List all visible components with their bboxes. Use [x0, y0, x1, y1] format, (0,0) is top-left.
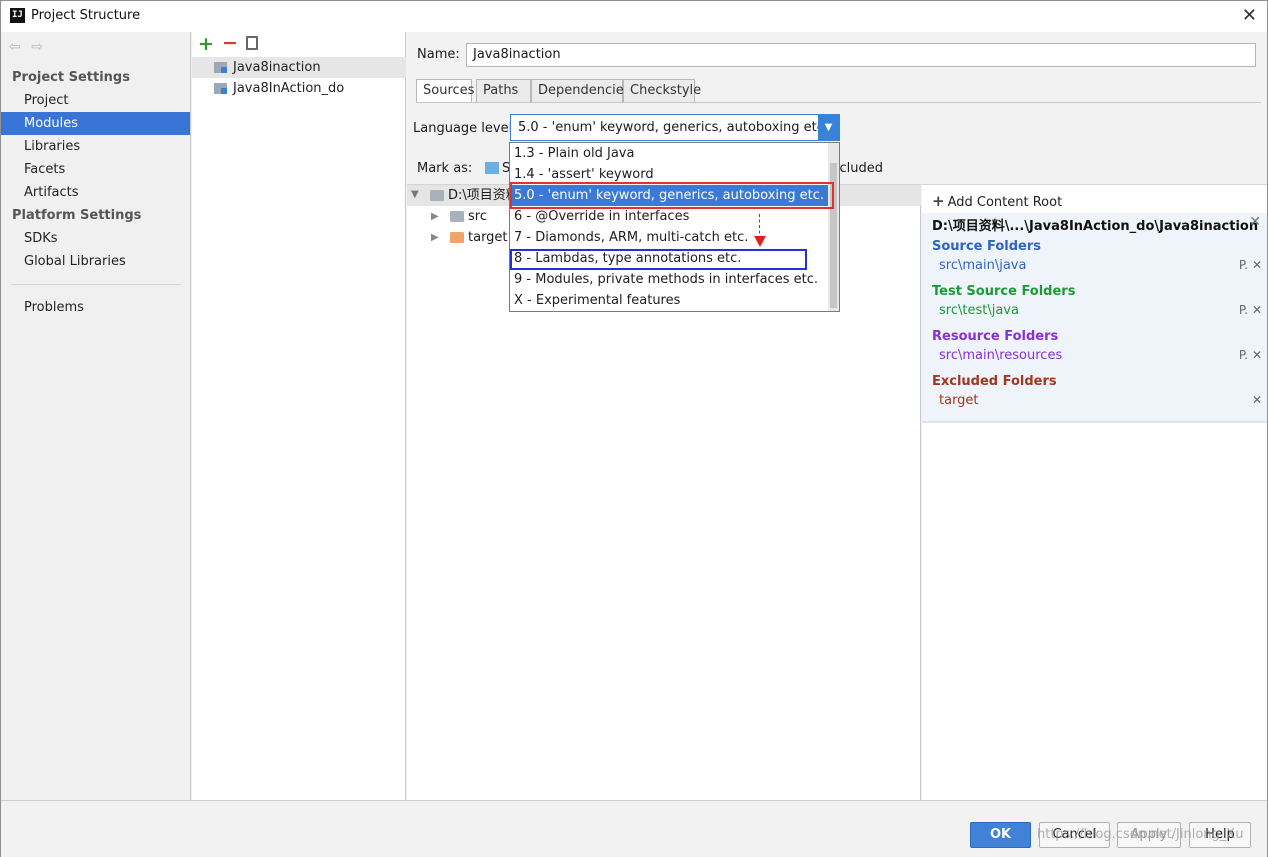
excluded-folder-path: target: [939, 393, 979, 408]
remove-root-icon[interactable]: ✕: [1249, 214, 1261, 230]
add-icon[interactable]: +: [198, 33, 214, 55]
sidebar-item-artifacts[interactable]: Artifacts: [1, 181, 190, 204]
tab-checkstyle[interactable]: Checkstyle: [623, 79, 701, 103]
source-folder-path: src\main\java: [939, 258, 1027, 273]
tree-label-target: target: [468, 230, 508, 245]
dropdown-scrollbar[interactable]: [828, 143, 839, 311]
sidebar-item-problems[interactable]: Problems: [1, 296, 190, 319]
source-folder-actions: P. ✕: [1239, 258, 1262, 272]
sidebar-divider: [11, 284, 181, 285]
test-folder-actions: P. ✕: [1239, 303, 1262, 317]
language-level-select[interactable]: 5.0 - 'enum' keyword, generics, autoboxi…: [510, 114, 840, 141]
option-6[interactable]: 6 - @Override in interfaces: [510, 206, 828, 227]
remove-icon[interactable]: ✕: [1252, 303, 1262, 317]
content-root-box: D:\项目资料\...\Java8InAction_do\Java8inacti…: [922, 213, 1267, 423]
tree-label-src: src: [468, 209, 487, 224]
module-label: Java8InAction_do: [233, 81, 345, 96]
remove-icon[interactable]: −: [222, 32, 238, 54]
copy-icon[interactable]: [246, 36, 258, 50]
mark-as-label: Mark as:: [417, 161, 473, 176]
remove-icon[interactable]: ✕: [1252, 258, 1262, 272]
option-1-3[interactable]: 1.3 - Plain old Java: [510, 143, 828, 164]
module-icon: [214, 83, 227, 94]
test-folders-heading: Test Source Folders: [932, 284, 1076, 299]
module-label: Java8inaction: [233, 60, 321, 75]
module-item-java8inaction[interactable]: Java8inaction: [192, 57, 406, 78]
project-structure-dialog: IJ Project Structure ✕ ⇦ ⇨ Project Setti…: [0, 0, 1268, 857]
watermark: https://blog.csdn.net/Jinlong_Xu: [1037, 827, 1244, 842]
add-content-root-button[interactable]: + Add Content Root: [932, 192, 1062, 210]
window-title: Project Structure: [31, 8, 141, 23]
remove-icon[interactable]: ✕: [1252, 348, 1262, 362]
back-arrow-icon[interactable]: ⇦: [9, 39, 21, 55]
option-9[interactable]: 9 - Modules, private methods in interfac…: [510, 269, 828, 290]
excluded-folders-heading: Excluded Folders: [932, 374, 1057, 389]
excluded-folder-icon: [450, 232, 464, 243]
option-7[interactable]: 7 - Diamonds, ARM, multi-catch etc.: [510, 227, 828, 248]
nav-arrows: ⇦ ⇨: [9, 39, 49, 55]
sidebar: ⇦ ⇨ Project Settings Project Modules Lib…: [1, 32, 191, 800]
module-item-java8inaction-do[interactable]: Java8InAction_do: [192, 78, 406, 99]
annotation-arrow-head: [754, 236, 766, 247]
tab-paths[interactable]: Paths: [476, 79, 531, 103]
sidebar-item-libraries[interactable]: Libraries: [1, 135, 190, 158]
expanded-arrow-icon[interactable]: ▼: [411, 189, 419, 200]
current-selection-highlight: [510, 182, 834, 209]
language-level-label: Language level:: [413, 121, 517, 136]
add-content-root-label: Add Content Root: [947, 195, 1063, 210]
tab-sources[interactable]: Sources: [416, 79, 474, 103]
tabs-divider: [416, 102, 1261, 103]
project-settings-heading: Project Settings: [12, 70, 130, 85]
target-selection-highlight: [510, 249, 807, 270]
ok-button[interactable]: OK: [970, 822, 1031, 848]
sidebar-item-facets[interactable]: Facets: [1, 158, 190, 181]
module-name-field[interactable]: Java8inaction: [466, 43, 1256, 67]
title-bar: IJ Project Structure ✕: [1, 1, 1267, 32]
source-folders-heading: Source Folders: [932, 239, 1042, 254]
remove-icon[interactable]: ✕: [1252, 393, 1262, 407]
content-root-panel: + Add Content Root D:\项目资料\...\Java8InAct…: [922, 184, 1267, 800]
sidebar-item-modules[interactable]: Modules: [1, 112, 190, 135]
sidebar-item-project[interactable]: Project: [1, 89, 190, 112]
plus-icon: +: [932, 192, 945, 210]
name-label: Name:: [417, 47, 460, 62]
properties-icon[interactable]: P.: [1239, 258, 1248, 272]
language-level-value: 5.0 - 'enum' keyword, generics, autoboxi…: [518, 120, 829, 135]
chevron-down-icon[interactable]: ▼: [818, 115, 839, 140]
test-folder-path: src\test\java: [939, 303, 1019, 318]
properties-icon[interactable]: P.: [1239, 348, 1248, 362]
close-icon[interactable]: ✕: [1242, 5, 1257, 26]
properties-icon[interactable]: P.: [1239, 303, 1248, 317]
module-icon: [214, 62, 227, 73]
module-list-panel: + − Java8inaction Java8InAction_do: [192, 32, 406, 800]
module-toolbar: + −: [192, 32, 405, 57]
option-x[interactable]: X - Experimental features: [510, 290, 828, 311]
sidebar-item-sdks[interactable]: SDKs: [1, 227, 190, 250]
resource-folder-path: src\main\resources: [939, 348, 1063, 363]
forward-arrow-icon[interactable]: ⇨: [31, 39, 43, 55]
sources-folder-icon[interactable]: [485, 162, 499, 174]
resource-folder-actions: P. ✕: [1239, 348, 1262, 362]
language-level-dropdown: 1.3 - Plain old Java 1.4 - 'assert' keyw…: [509, 142, 840, 312]
collapsed-arrow-icon[interactable]: ▶: [431, 232, 439, 243]
folder-icon: [430, 190, 444, 201]
platform-settings-heading: Platform Settings: [12, 208, 142, 223]
intellij-icon: IJ: [10, 8, 25, 23]
tab-dependencies[interactable]: Dependencies: [531, 79, 631, 103]
folder-icon: [450, 211, 464, 222]
collapsed-arrow-icon[interactable]: ▶: [431, 211, 439, 222]
sidebar-item-global-libraries[interactable]: Global Libraries: [1, 250, 190, 273]
content-root-path: D:\项目资料\...\Java8InAction_do\Java8inacti…: [932, 219, 1259, 234]
resource-folders-heading: Resource Folders: [932, 329, 1059, 344]
excluded-folder-actions: ✕: [1252, 393, 1262, 407]
